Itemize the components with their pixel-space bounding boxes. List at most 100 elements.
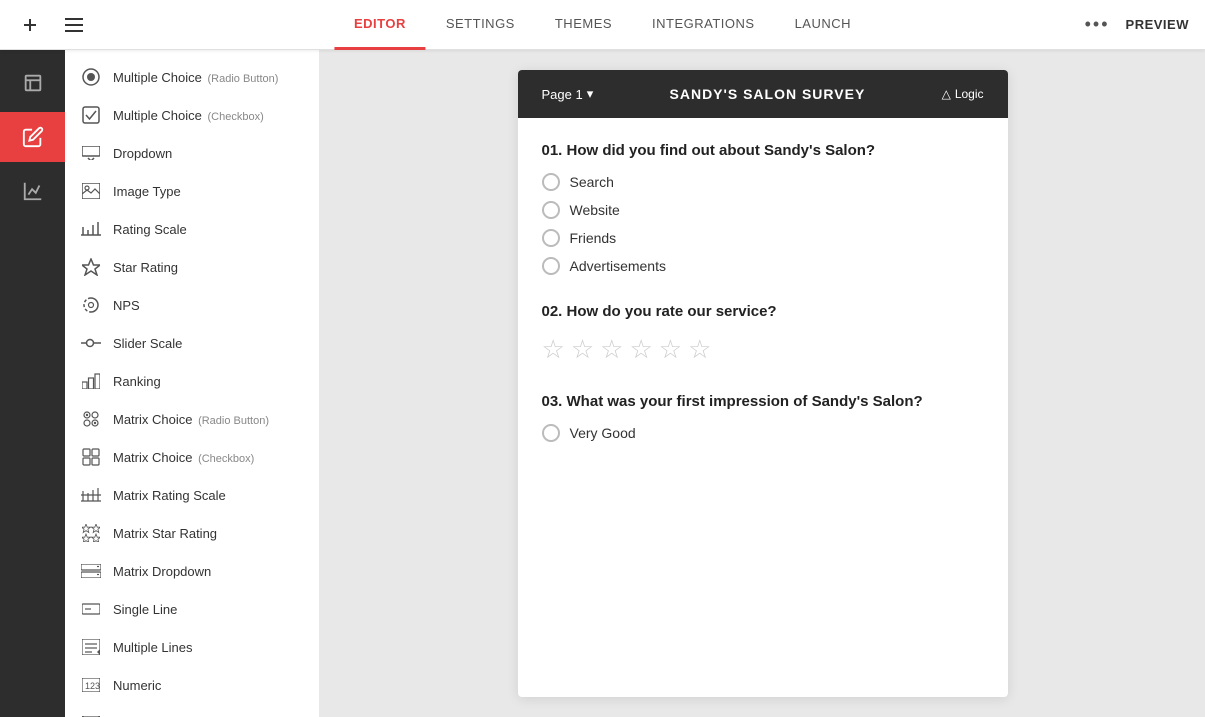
question-2-number: 02. [542,303,563,320]
matrix-checkbox-icon [81,447,101,467]
star-4[interactable]: ☆ [629,334,652,365]
survey-body: 01. How did you find out about Sandy's S… [518,118,1008,494]
nav-right-actions: ••• PREVIEW [1085,14,1189,35]
sidebar-item-email[interactable]: Email [65,704,319,717]
sidebar-item-matrix-choice-checkbox[interactable]: Matrix Choice (Checkbox) [65,438,319,476]
radio-advertisements[interactable] [542,257,560,275]
page-selector[interactable]: Page 1 ▾ [542,86,594,102]
sidebar-item-rating-scale[interactable]: Rating Scale [65,210,319,248]
option-very-good-label: Very Good [570,425,636,441]
logic-triangle-icon: △ [942,87,951,101]
sidebar-item-label: Matrix Dropdown [113,564,303,579]
star-5[interactable]: ☆ [659,334,682,365]
sidebar-item-label: Single Line [113,602,303,617]
star-6[interactable]: ☆ [688,334,711,365]
rail-item-analytics[interactable] [0,166,65,216]
option-search: Search [542,173,984,191]
star-1[interactable]: ☆ [542,334,565,365]
sidebar-item-label: Matrix Choice (Radio Button) [113,412,303,427]
icon-rail [0,50,65,717]
sidebar-item-slider-scale[interactable]: Slider Scale [65,324,319,362]
sidebar-item-matrix-star-rating[interactable]: Matrix Star Rating [65,514,319,552]
sidebar-item-star-rating[interactable]: Star Rating [65,248,319,286]
matrix-star-icon [81,523,101,543]
sidebar-item-image-type[interactable]: Image Type [65,172,319,210]
sidebar-item-single-line[interactable]: Single Line [65,590,319,628]
option-website-label: Website [570,202,620,218]
checkbox-icon [81,105,101,125]
question-3: 03. What was your first impression of Sa… [542,393,984,442]
sidebar-item-label: Numeric [113,678,303,693]
multiple-lines-icon [81,637,101,657]
survey-title: SANDY'S SALON SURVEY [670,86,866,102]
numeric-icon: 123 [81,675,101,695]
option-search-label: Search [570,174,614,190]
nps-icon [81,295,101,315]
sidebar-item-label: Image Type [113,184,303,199]
nav-tabs: EDITOR SETTINGS THEMES INTEGRATIONS LAUN… [334,0,871,50]
tab-themes[interactable]: THEMES [535,0,632,50]
sidebar-item-label: Matrix Star Rating [113,526,303,541]
main-layout: Multiple Choice (Radio Button) Multiple … [0,50,1205,717]
option-very-good: Very Good [542,424,984,442]
sidebar: Multiple Choice (Radio Button) Multiple … [65,50,320,717]
sidebar-item-numeric[interactable]: 123 Numeric [65,666,319,704]
sidebar-item-nps[interactable]: NPS [65,286,319,324]
matrix-rating-scale-icon [81,485,101,505]
star-2[interactable]: ☆ [571,334,594,365]
question-1: 01. How did you find out about Sandy's S… [542,142,984,275]
slider-icon [81,333,101,353]
sidebar-item-label: Multiple Choice (Checkbox) [113,108,303,123]
tab-integrations[interactable]: INTEGRATIONS [632,0,775,50]
option-advertisements-label: Advertisements [570,258,666,274]
logic-label: Logic [955,87,984,101]
star-icon [81,257,101,277]
add-button[interactable] [16,11,44,39]
question-1-number: 01. [542,142,563,159]
sidebar-item-label: Slider Scale [113,336,303,351]
tab-editor[interactable]: EDITOR [334,0,426,50]
menu-button[interactable] [60,11,88,39]
question-1-text: 01. How did you find out about Sandy's S… [542,142,984,159]
tab-settings[interactable]: SETTINGS [426,0,535,50]
sidebar-item-matrix-rating-scale[interactable]: Matrix Rating Scale [65,476,319,514]
radio-website[interactable] [542,201,560,219]
radio-search[interactable] [542,173,560,191]
matrix-radio-icon [81,409,101,429]
logic-button[interactable]: △ Logic [942,87,984,101]
rail-item-edit[interactable] [0,112,65,162]
sidebar-item-label: Dropdown [113,146,303,161]
image-icon [81,181,101,201]
star-3[interactable]: ☆ [600,334,623,365]
option-advertisements: Advertisements [542,257,984,275]
sidebar-item-ranking[interactable]: Ranking [65,362,319,400]
rating-scale-icon [81,219,101,239]
top-navigation: EDITOR SETTINGS THEMES INTEGRATIONS LAUN… [0,0,1205,50]
survey-card: Page 1 ▾ SANDY'S SALON SURVEY △ Logic 01… [518,70,1008,697]
sidebar-item-label: Star Rating [113,260,303,275]
question-3-number: 03. [542,393,563,410]
sidebar-item-multiple-choice-radio[interactable]: Multiple Choice (Radio Button) [65,58,319,96]
rail-item-home[interactable] [0,58,65,108]
sidebar-item-dropdown[interactable]: Dropdown [65,134,319,172]
option-website: Website [542,201,984,219]
sidebar-item-matrix-choice-radio[interactable]: Matrix Choice (Radio Button) [65,400,319,438]
more-options-button[interactable]: ••• [1085,14,1110,35]
radio-very-good[interactable] [542,424,560,442]
survey-header: Page 1 ▾ SANDY'S SALON SURVEY △ Logic [518,70,1008,118]
question-3-text: 03. What was your first impression of Sa… [542,393,984,410]
sidebar-item-label: Matrix Choice (Checkbox) [113,450,303,465]
sidebar-item-multiple-choice-checkbox[interactable]: Multiple Choice (Checkbox) [65,96,319,134]
sidebar-item-label: Ranking [113,374,303,389]
dropdown-icon [81,143,101,163]
sidebar-item-matrix-dropdown[interactable]: Matrix Dropdown [65,552,319,590]
sidebar-item-multiple-lines[interactable]: Multiple Lines [65,628,319,666]
radio-friends[interactable] [542,229,560,247]
sidebar-item-label: Multiple Choice (Radio Button) [113,70,303,85]
star-rating-group: ☆ ☆ ☆ ☆ ☆ ☆ [542,334,984,365]
tab-launch[interactable]: LAUNCH [775,0,871,50]
svg-text:123: 123 [85,681,100,691]
ranking-icon [81,371,101,391]
preview-button[interactable]: PREVIEW [1126,17,1189,32]
single-line-icon [81,599,101,619]
